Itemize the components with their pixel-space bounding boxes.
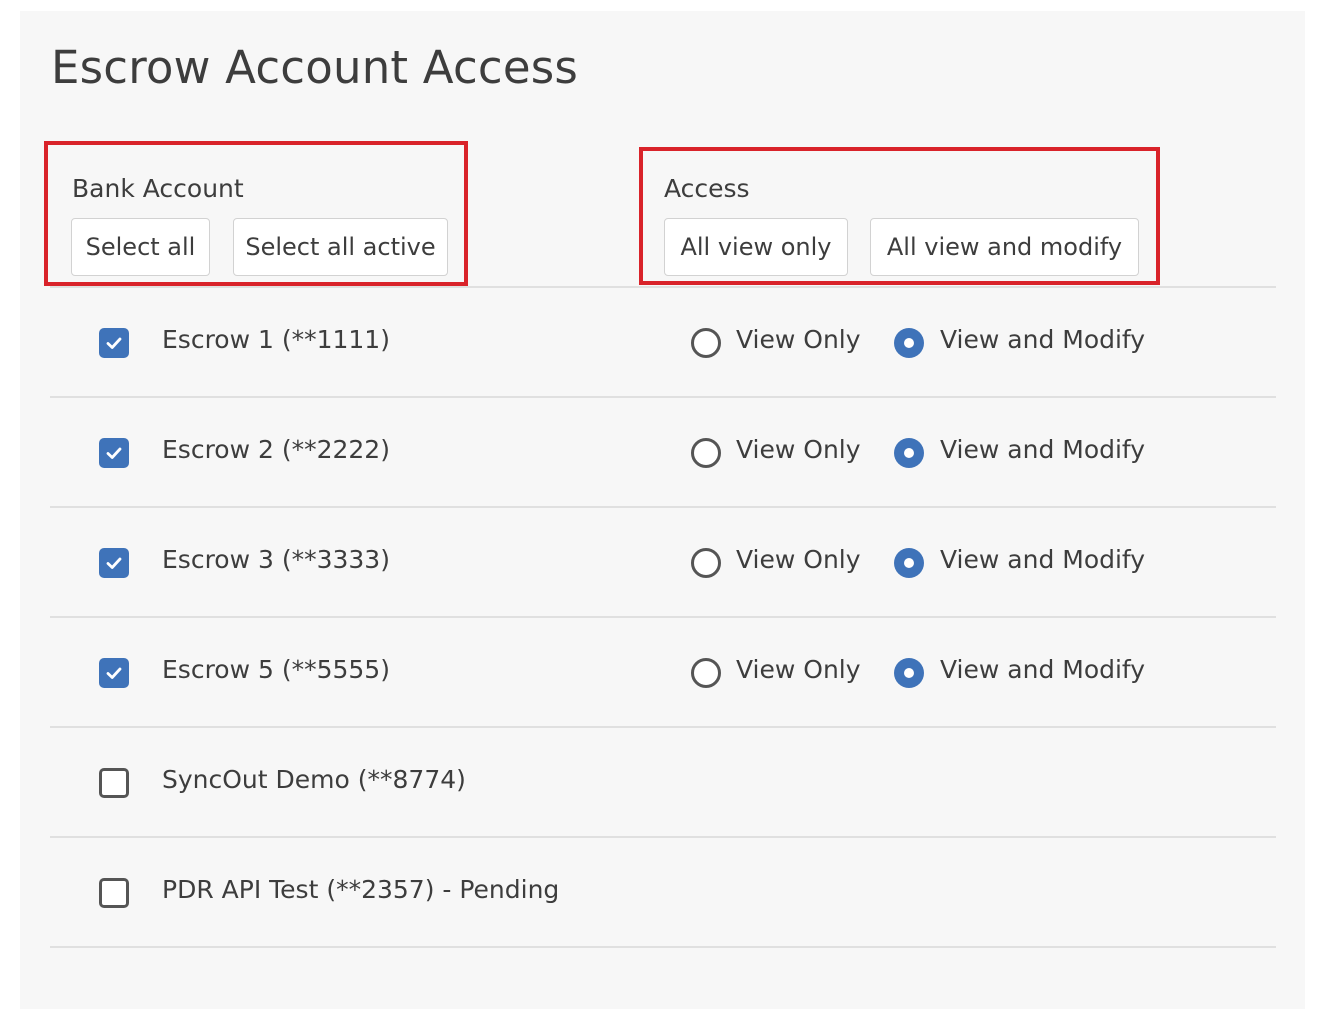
account-checkbox[interactable] (99, 658, 129, 688)
checkmark-icon (106, 337, 122, 349)
account-checkbox[interactable] (99, 878, 129, 908)
select-all-active-button[interactable]: Select all active (233, 218, 448, 276)
view-only-label: View Only (736, 655, 861, 684)
account-name: Escrow 2 (**2222) (162, 435, 390, 464)
account-row-syncout-demo: SyncOut Demo (**8774) (50, 728, 1276, 838)
bank-account-group: Bank Account Select all Select all activ… (44, 141, 468, 286)
bank-account-label: Bank Account (72, 174, 244, 203)
view-and-modify-label: View and Modify (940, 545, 1146, 574)
view-and-modify-radio[interactable] (894, 328, 924, 358)
account-name: Escrow 1 (**1111) (162, 325, 390, 354)
all-view-and-modify-button[interactable]: All view and modify (870, 218, 1139, 276)
view-only-label: View Only (736, 325, 861, 354)
account-checkbox[interactable] (99, 438, 129, 468)
checkmark-icon (106, 667, 122, 679)
account-row-escrow-3: Escrow 3 (**3333) View Only View and Mod… (50, 508, 1276, 618)
view-only-radio[interactable] (691, 548, 721, 578)
view-and-modify-radio[interactable] (894, 438, 924, 468)
account-checkbox[interactable] (99, 768, 129, 798)
all-view-only-button[interactable]: All view only (664, 218, 848, 276)
view-only-label: View Only (736, 545, 861, 574)
access-group: Access All view only All view and modify (639, 147, 1160, 285)
view-only-radio[interactable] (691, 438, 721, 468)
account-row-pdr-api-test: PDR API Test (**2357) - Pending (50, 838, 1276, 948)
account-row-escrow-2: Escrow 2 (**2222) View Only View and Mod… (50, 398, 1276, 508)
account-name: Escrow 3 (**3333) (162, 545, 390, 574)
view-and-modify-label: View and Modify (940, 655, 1146, 684)
checkmark-icon (106, 557, 122, 569)
account-name: SyncOut Demo (**8774) (162, 765, 466, 794)
account-name: Escrow 5 (**5555) (162, 655, 390, 684)
view-and-modify-label: View and Modify (940, 325, 1146, 354)
view-only-radio[interactable] (691, 658, 721, 688)
view-and-modify-radio[interactable] (894, 658, 924, 688)
account-row-escrow-1: Escrow 1 (**1111) View Only View and Mod… (50, 288, 1276, 398)
view-and-modify-radio[interactable] (894, 548, 924, 578)
account-checkbox[interactable] (99, 328, 129, 358)
view-and-modify-label: View and Modify (940, 435, 1146, 464)
account-checkbox[interactable] (99, 548, 129, 578)
account-row-escrow-5: Escrow 5 (**5555) View Only View and Mod… (50, 618, 1276, 728)
page-title: Escrow Account Access (51, 41, 579, 94)
view-only-label: View Only (736, 435, 861, 464)
account-name: PDR API Test (**2357) - Pending (162, 875, 560, 904)
access-label: Access (664, 174, 750, 203)
view-only-radio[interactable] (691, 328, 721, 358)
escrow-access-panel: Escrow Account Access Bank Account Selec… (20, 11, 1305, 1009)
checkmark-icon (106, 447, 122, 459)
select-all-button[interactable]: Select all (71, 218, 210, 276)
